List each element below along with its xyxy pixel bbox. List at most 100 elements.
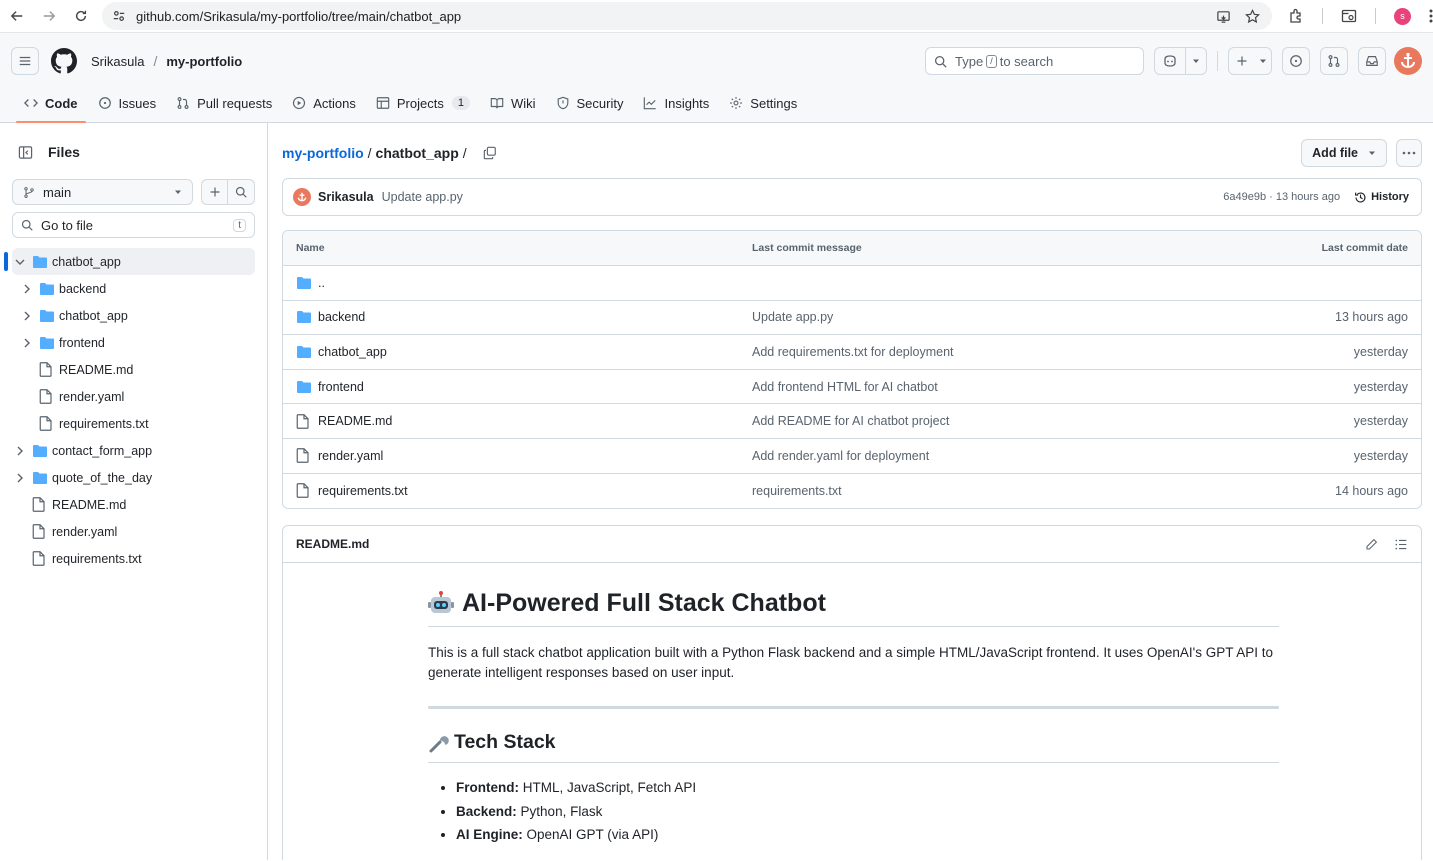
readme-outline-button[interactable] bbox=[1394, 538, 1408, 551]
col-message-header: Last commit message bbox=[752, 242, 862, 254]
edit-readme-button[interactable] bbox=[1365, 538, 1378, 551]
back-button[interactable] bbox=[2, 1, 32, 31]
history-link[interactable]: History bbox=[1354, 191, 1409, 204]
chevron-right-icon[interactable] bbox=[12, 473, 28, 483]
issue-icon bbox=[98, 96, 119, 110]
cast-icon[interactable] bbox=[1216, 9, 1231, 24]
copilot-dropdown[interactable] bbox=[1186, 48, 1206, 74]
forward-button[interactable] bbox=[34, 1, 64, 31]
breadcrumb-separator: / bbox=[367, 145, 372, 161]
file-commit-date: yesterday bbox=[1353, 379, 1408, 394]
file-commit-message[interactable]: Add frontend HTML for AI chatbot bbox=[752, 380, 1354, 394]
tree-item[interactable]: chatbot_app bbox=[12, 302, 255, 329]
tree-item[interactable]: requirements.txt bbox=[12, 410, 255, 437]
file-name-link[interactable]: render.yaml bbox=[318, 449, 383, 463]
github-logo-icon[interactable] bbox=[51, 48, 77, 74]
chevron-right-icon[interactable] bbox=[19, 284, 35, 294]
search-input[interactable]: Type / to search bbox=[925, 47, 1144, 75]
commit-meta[interactable]: 6a49e9b · 13 hours ago bbox=[1223, 191, 1340, 203]
collapse-sidebar-button[interactable] bbox=[12, 138, 38, 166]
file-commit-message[interactable]: Update app.py bbox=[752, 310, 1335, 324]
copy-path-button[interactable] bbox=[483, 146, 497, 160]
tree-item[interactable]: README.md bbox=[12, 356, 255, 383]
commit-author-avatar[interactable] bbox=[293, 188, 311, 206]
triangle-down-icon bbox=[1369, 151, 1375, 155]
tab-security[interactable]: Security bbox=[548, 89, 632, 117]
tab-search-icon[interactable] bbox=[1341, 8, 1357, 24]
add-file-tree-button[interactable] bbox=[202, 180, 228, 204]
file-name-link[interactable]: frontend bbox=[318, 380, 364, 394]
file-name-link[interactable]: chatbot_app bbox=[318, 345, 387, 359]
tab-pull-requests[interactable]: Pull requests bbox=[168, 89, 280, 117]
tree-item[interactable]: render.yaml bbox=[12, 518, 255, 545]
code-icon bbox=[24, 96, 45, 110]
file-commit-message[interactable]: Add requirements.txt for deployment bbox=[752, 345, 1354, 359]
issues-button[interactable] bbox=[1282, 47, 1310, 75]
tab-wiki[interactable]: Wiki bbox=[482, 89, 544, 117]
list-unordered-icon bbox=[1395, 539, 1407, 550]
extensions-icon[interactable] bbox=[1288, 8, 1304, 24]
browser-menu-icon[interactable] bbox=[1429, 8, 1433, 24]
breadcrumb-repo-link[interactable]: my-portfolio bbox=[282, 145, 364, 161]
tab-settings[interactable]: Settings bbox=[721, 89, 805, 117]
file-name-link[interactable]: README.md bbox=[318, 414, 392, 428]
pull-requests-button[interactable] bbox=[1320, 47, 1348, 75]
tab-projects[interactable]: Projects 1 bbox=[368, 89, 478, 117]
tree-item[interactable]: chatbot_app bbox=[4, 248, 255, 275]
chevron-right-icon[interactable] bbox=[12, 446, 28, 456]
tree-item[interactable]: render.yaml bbox=[12, 383, 255, 410]
site-info-icon[interactable] bbox=[112, 9, 126, 23]
tab-code[interactable]: Code bbox=[16, 89, 86, 123]
repo-owner-link[interactable]: Srikasula bbox=[91, 54, 144, 69]
commit-author[interactable]: Srikasula bbox=[318, 190, 374, 204]
file-row[interactable]: frontend Add frontend HTML for AI chatbot… bbox=[283, 370, 1421, 405]
add-file-button[interactable]: Add file bbox=[1301, 139, 1387, 167]
file-commit-message[interactable]: Add render.yaml for deployment bbox=[752, 449, 1354, 463]
toolbar-divider bbox=[1322, 8, 1323, 24]
tree-item-label: README.md bbox=[52, 497, 127, 512]
readme-filename[interactable]: README.md bbox=[296, 537, 369, 551]
bookmark-star-icon[interactable] bbox=[1245, 8, 1260, 24]
file-name-link[interactable]: requirements.txt bbox=[318, 484, 408, 498]
file-row[interactable]: .. bbox=[283, 266, 1421, 301]
tree-item[interactable]: requirements.txt bbox=[12, 545, 255, 572]
chevron-right-icon[interactable] bbox=[19, 338, 35, 348]
create-new-button[interactable] bbox=[1228, 47, 1272, 75]
tree-item[interactable]: README.md bbox=[12, 491, 255, 518]
file-commit-message[interactable]: requirements.txt bbox=[752, 484, 1335, 498]
tree-item[interactable]: quote_of_the_day bbox=[12, 464, 255, 491]
user-avatar[interactable] bbox=[1394, 47, 1422, 75]
branch-selector[interactable]: main bbox=[12, 179, 193, 205]
inbox-button[interactable] bbox=[1358, 47, 1386, 75]
more-options-button[interactable] bbox=[1396, 139, 1422, 167]
directory-content: my-portfolio / chatbot_app / Add file Sr… bbox=[268, 123, 1433, 860]
file-row[interactable]: README.md Add README for AI chatbot proje… bbox=[283, 404, 1421, 439]
tree-item[interactable]: contact_form_app bbox=[12, 437, 255, 464]
search-tree-button[interactable] bbox=[228, 180, 254, 204]
tab-issues[interactable]: Issues bbox=[90, 89, 165, 117]
file-name-link[interactable]: backend bbox=[318, 310, 365, 324]
tree-item[interactable]: backend bbox=[12, 275, 255, 302]
folder-icon bbox=[296, 380, 318, 394]
file-row[interactable]: requirements.txt requirements.txt 14 hours… bbox=[283, 474, 1421, 509]
browser-profile-avatar[interactable]: s bbox=[1394, 7, 1411, 25]
tree-item-label: contact_form_app bbox=[52, 443, 153, 458]
tree-item[interactable]: frontend bbox=[12, 329, 255, 356]
address-bar[interactable]: github.com/Srikasula/my-portfolio/tree/m… bbox=[102, 2, 1272, 30]
file-commit-message[interactable]: Add README for AI chatbot project bbox=[752, 414, 1354, 428]
copilot-button[interactable] bbox=[1155, 48, 1185, 74]
file-row[interactable]: backend Update app.py 13 hours ago bbox=[283, 301, 1421, 336]
go-to-file-input[interactable]: Go to file t bbox=[12, 212, 255, 238]
git-pull-request-icon bbox=[1327, 48, 1341, 74]
file-name-link[interactable]: .. bbox=[318, 276, 325, 290]
chevron-right-icon[interactable] bbox=[19, 311, 35, 321]
repo-name-link[interactable]: my-portfolio bbox=[166, 54, 242, 69]
reload-button[interactable] bbox=[66, 1, 96, 31]
file-row[interactable]: render.yaml Add render.yaml for deploymen… bbox=[283, 439, 1421, 474]
chevron-down-icon[interactable] bbox=[12, 258, 28, 266]
file-row[interactable]: chatbot_app Add requirements.txt for depl… bbox=[283, 335, 1421, 370]
tab-insights[interactable]: Insights bbox=[635, 89, 717, 117]
commit-message[interactable]: Update app.py bbox=[382, 190, 463, 204]
tab-actions[interactable]: Actions bbox=[284, 89, 364, 117]
global-menu-button[interactable] bbox=[11, 47, 39, 75]
